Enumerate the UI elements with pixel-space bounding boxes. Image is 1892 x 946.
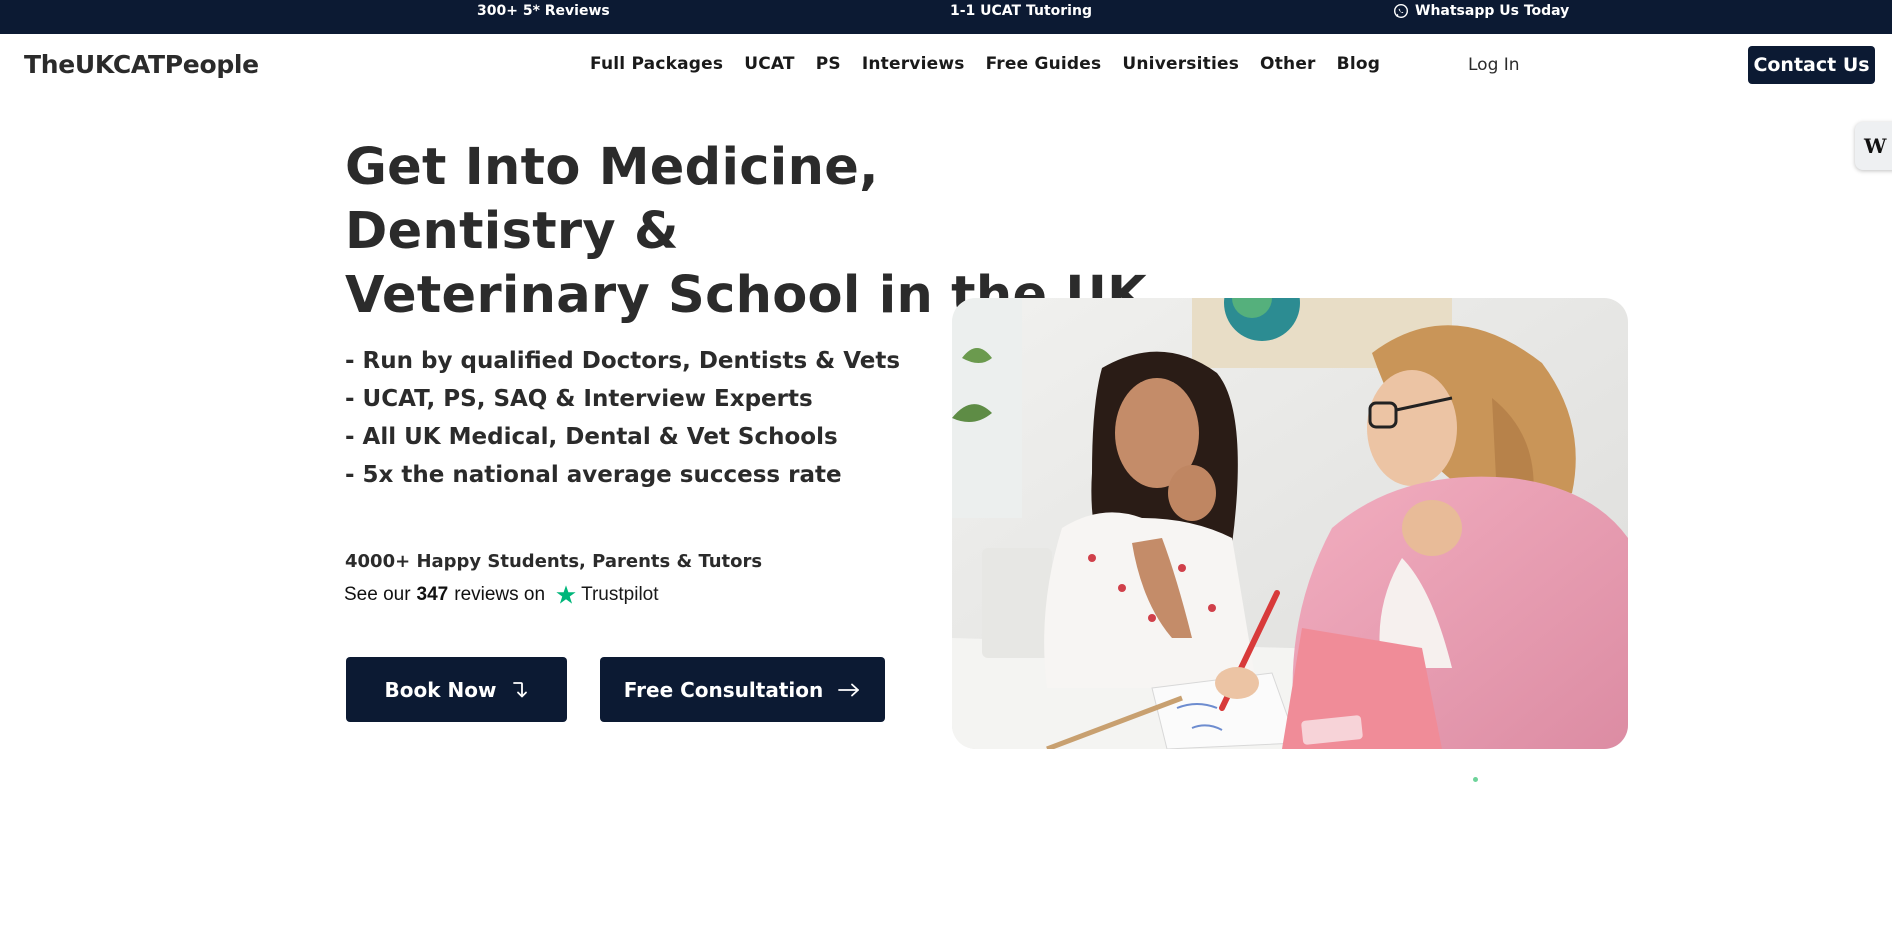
book-now-label: Book Now [384, 677, 497, 702]
site-header: TheUKCATPeople Full Packages UCAT PS Int… [0, 34, 1892, 96]
login-link[interactable]: Log In [1468, 55, 1520, 75]
tutoring-scene-image [952, 298, 1628, 749]
free-consultation-button[interactable]: Free Consultation [600, 657, 885, 722]
whatsapp-link[interactable]: Whatsapp Us Today [1393, 0, 1569, 22]
whatsapp-icon [1393, 3, 1409, 19]
whatsapp-label: Whatsapp Us Today [1415, 3, 1570, 19]
announcement-bar: 300+ 5* Reviews 1-1 UCAT Tutoring Whatsa… [0, 0, 1892, 34]
trustpilot-review-count: 347 [416, 584, 449, 605]
nav-ucat[interactable]: UCAT [744, 54, 795, 74]
benefit-item: - Run by qualified Doctors, Dentists & V… [345, 348, 901, 374]
trustpilot-suffix: reviews on [454, 584, 546, 605]
nav-interviews[interactable]: Interviews [862, 54, 965, 74]
nav-ps[interactable]: PS [816, 54, 841, 74]
nav-universities[interactable]: Universities [1122, 54, 1239, 74]
nav-other[interactable]: Other [1260, 54, 1316, 74]
free-consultation-label: Free Consultation [623, 677, 824, 702]
nav-free-guides[interactable]: Free Guides [986, 54, 1102, 74]
trustpilot-star-icon [556, 585, 576, 604]
decorative-dot [1473, 777, 1478, 782]
arrow-down-right-icon [513, 681, 528, 697]
benefit-item: - UCAT, PS, SAQ & Interview Experts [345, 386, 813, 412]
trustpilot-widget[interactable]: See our 347 reviews on Trustpilot [344, 584, 659, 606]
happy-students-text: 4000+ Happy Students, Parents & Tutors [345, 551, 763, 572]
trustpilot-brand: Trustpilot [581, 584, 659, 605]
trustpilot-prefix: See our [344, 584, 411, 605]
nav-full-packages[interactable]: Full Packages [590, 54, 723, 74]
main-nav: Full Packages UCAT PS Interviews Free Gu… [590, 54, 1380, 74]
benefit-item: - All UK Medical, Dental & Vet Schools [345, 424, 838, 450]
announcement-reviews: 300+ 5* Reviews [477, 3, 610, 19]
side-widget-tab[interactable]: W [1855, 122, 1892, 170]
contact-us-button[interactable]: Contact Us [1748, 46, 1875, 84]
book-now-button[interactable]: Book Now [346, 657, 567, 722]
nav-blog[interactable]: Blog [1337, 54, 1380, 74]
side-widget-label: W [1864, 134, 1887, 158]
site-logo[interactable]: TheUKCATPeople [24, 50, 259, 79]
hero-title-line-1: Get Into Medicine, Dentistry & [345, 138, 879, 261]
arrow-right-icon [838, 683, 860, 696]
benefit-item: - 5x the national average success rate [345, 462, 842, 488]
hero-benefits-list: - Run by qualified Doctors, Dentists & V… [345, 342, 900, 494]
hero-photo [952, 298, 1628, 749]
announcement-tutoring: 1-1 UCAT Tutoring [950, 3, 1092, 19]
